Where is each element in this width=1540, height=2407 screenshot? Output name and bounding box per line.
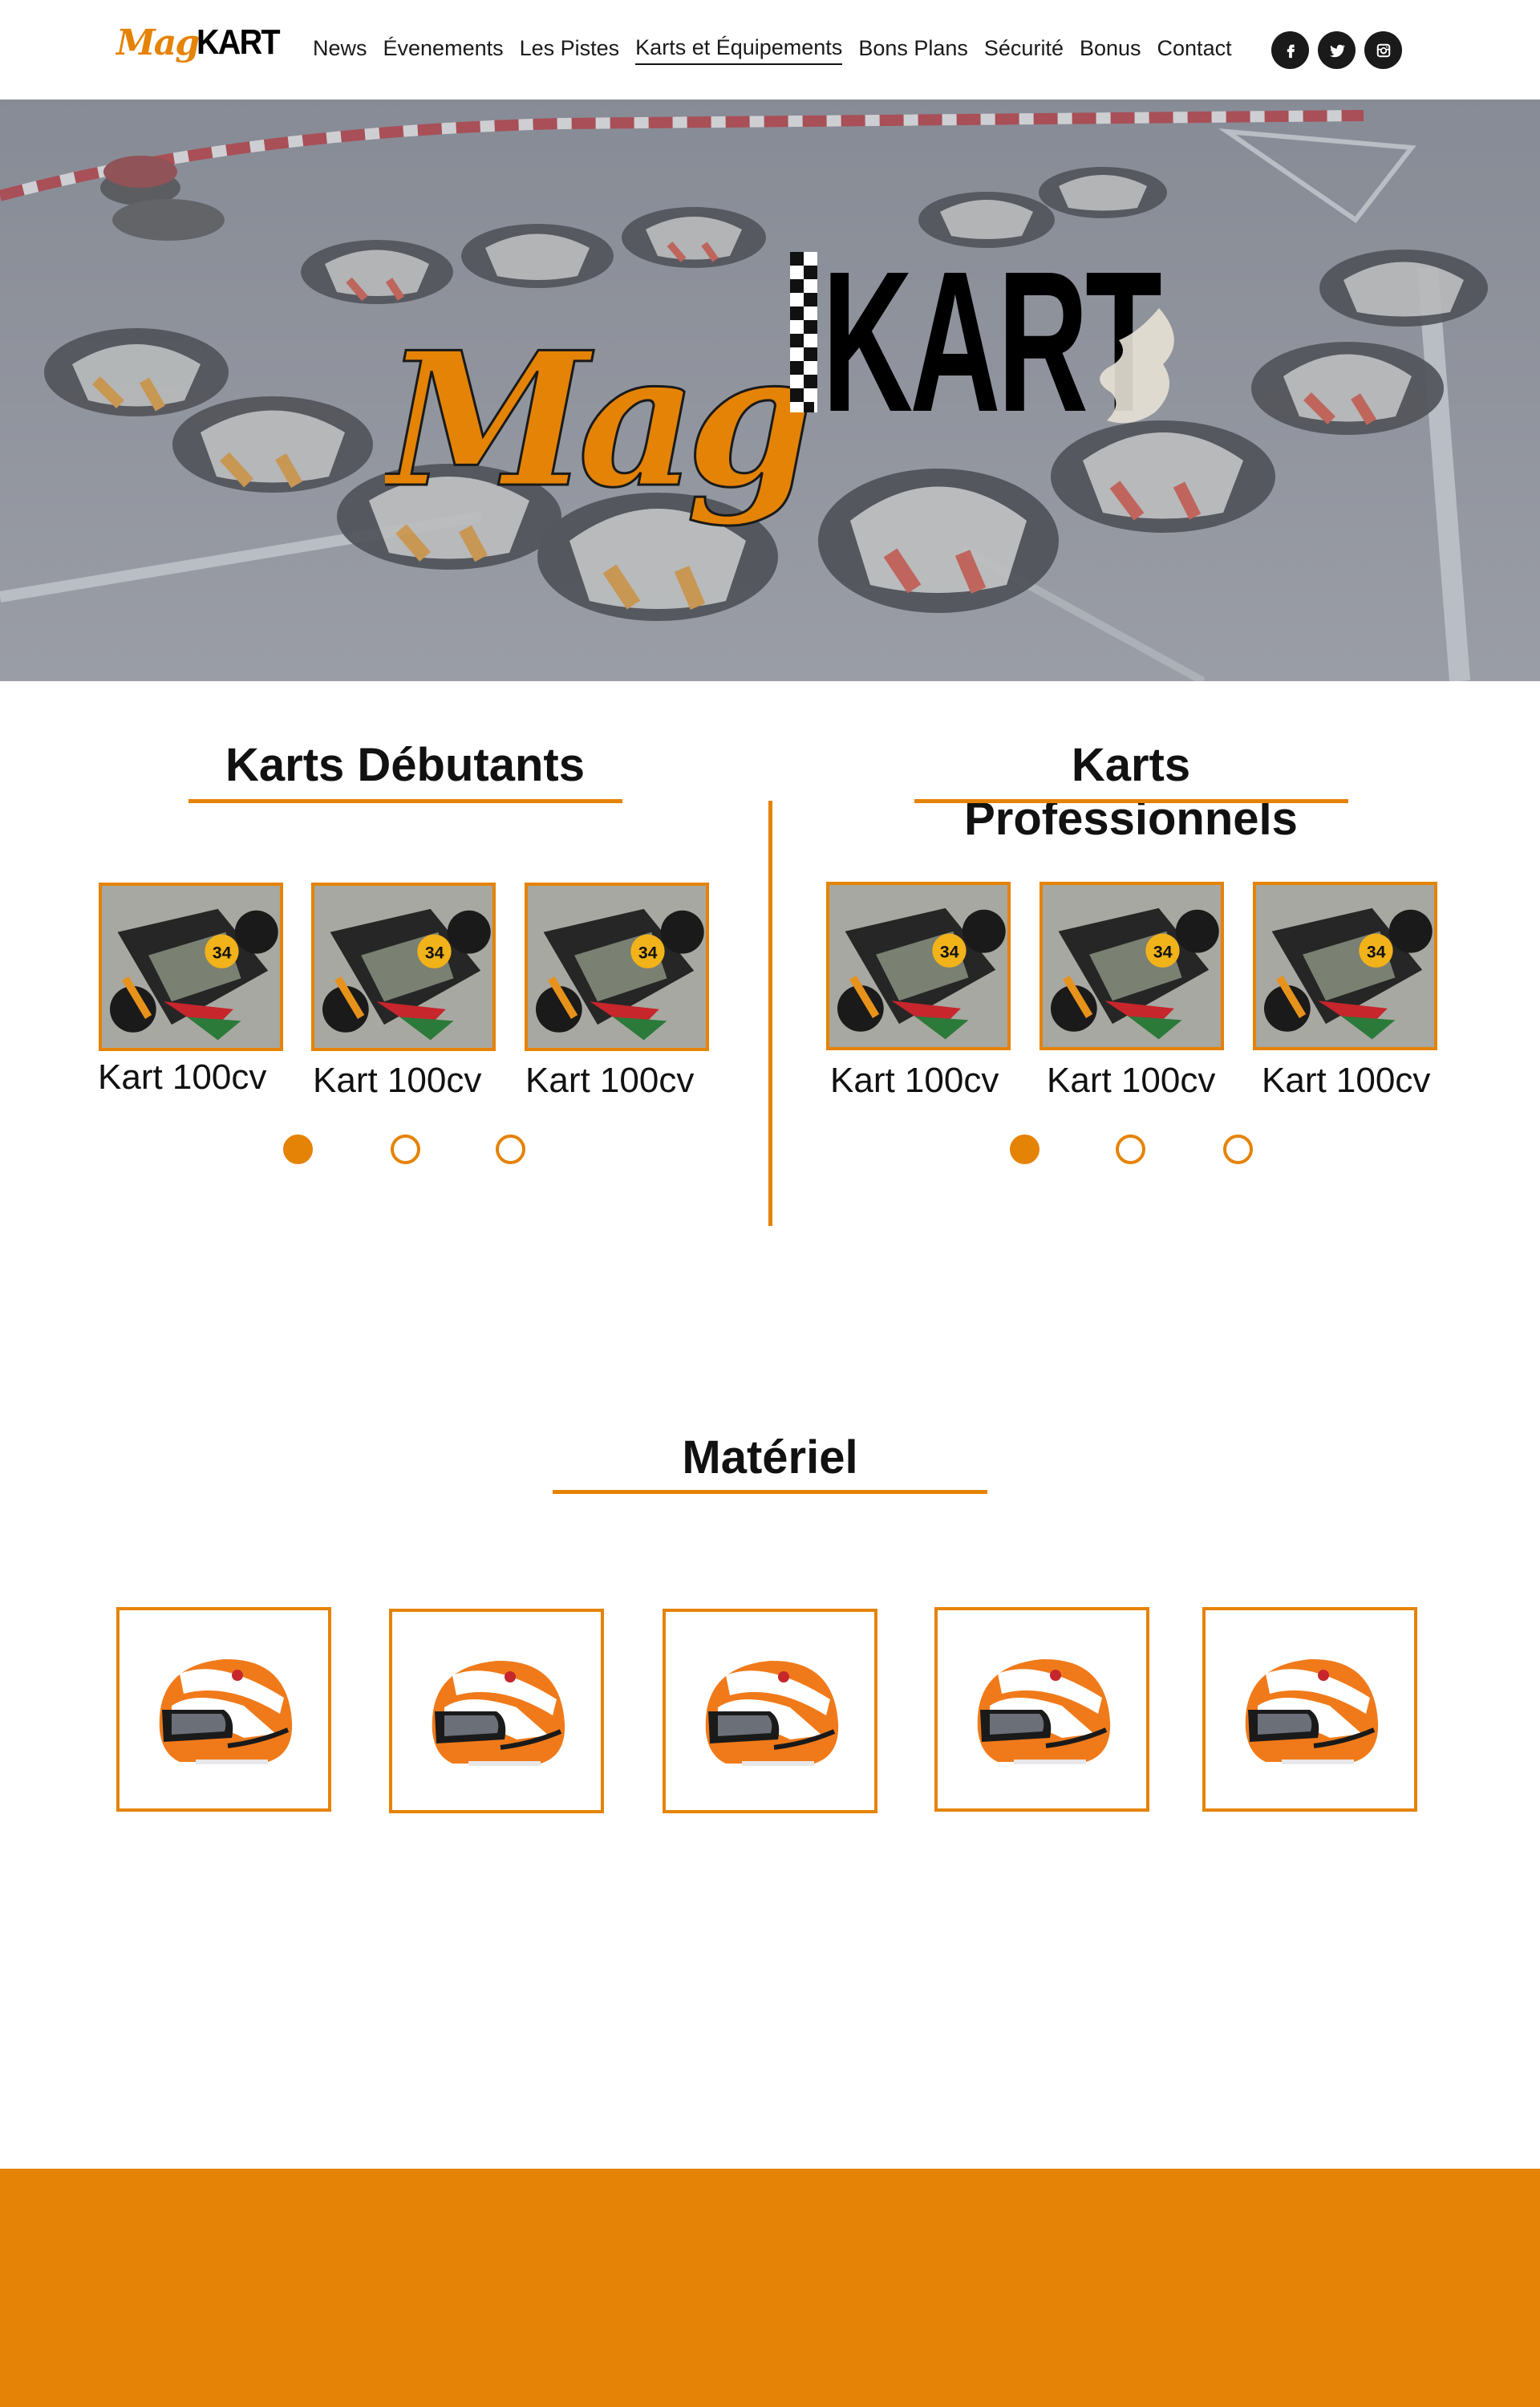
svg-text:Mag: Mag <box>385 312 810 529</box>
nav-item-les-pistes[interactable]: Les Pistes <box>520 36 620 64</box>
kart-card-pro-3[interactable]: 34 <box>1253 882 1437 1050</box>
materiel-title: Matériel <box>682 1431 858 1484</box>
materiel-underline <box>553 1490 987 1494</box>
helmet-icon <box>432 1660 565 1766</box>
carousel-dot-pro-3[interactable] <box>1223 1134 1253 1164</box>
carousel-dot-pro-2[interactable] <box>1116 1134 1145 1164</box>
section-divider <box>768 801 772 1226</box>
karts-debutants-underline <box>188 799 622 803</box>
helmet-icon <box>705 1660 839 1766</box>
kart-card-pro-1[interactable]: 34 <box>826 882 1011 1050</box>
site-footer <box>0 2169 1540 2407</box>
instagram-button[interactable] <box>1364 31 1402 69</box>
svg-text:34: 34 <box>213 944 232 962</box>
carousel-dot-debutant-3[interactable] <box>496 1134 525 1164</box>
nav-item-bonus[interactable]: Bonus <box>1080 36 1141 64</box>
kart-card-debutant-1[interactable]: 34 <box>99 883 283 1051</box>
nav-item-contact[interactable]: Contact <box>1157 36 1232 64</box>
nav-item-securite[interactable]: Sécurité <box>984 36 1064 64</box>
carousel-dot-pro-1[interactable] <box>1010 1134 1040 1164</box>
kart-label-debutant-2: Kart 100cv <box>313 1061 482 1100</box>
kart-card-pro-2[interactable]: 34 <box>1040 882 1224 1050</box>
svg-text:34: 34 <box>1367 943 1386 961</box>
site-header: Mag KART News Évenements Les Pistes Kart… <box>0 0 1540 99</box>
logo-script-text: Mag <box>116 22 200 63</box>
kart-card-debutant-2[interactable]: 34 <box>311 883 496 1051</box>
kart-card-debutant-3[interactable]: 34 <box>525 883 709 1051</box>
hero-banner: Mag KART <box>0 99 1540 681</box>
kart-label-pro-2: Kart 100cv <box>1047 1061 1216 1100</box>
hero-magkart-logo: Mag KART <box>385 229 1174 530</box>
kart-image: 34 <box>1256 885 1434 1047</box>
kart-label-pro-1: Kart 100cv <box>830 1061 999 1100</box>
helmet-icon <box>977 1658 1111 1764</box>
svg-text:34: 34 <box>425 944 444 962</box>
nav-item-evenements[interactable]: Évenements <box>383 36 504 64</box>
instagram-icon <box>1376 43 1390 57</box>
kart-image: 34 <box>528 886 706 1048</box>
svg-text:34: 34 <box>638 944 658 962</box>
helmet-icon <box>1245 1658 1379 1764</box>
gear-card-2[interactable] <box>389 1609 604 1813</box>
kart-image: 34 <box>102 886 280 1048</box>
kart-image: 34 <box>1043 885 1221 1047</box>
helmet-icon <box>159 1658 293 1764</box>
kart-image: 34 <box>829 885 1007 1047</box>
svg-text:34: 34 <box>1153 943 1173 961</box>
carousel-dot-debutant-2[interactable] <box>391 1134 420 1164</box>
karts-debutants-title: Karts Débutants <box>225 739 585 791</box>
nav-item-bons-plans[interactable]: Bons Plans <box>858 36 968 64</box>
kart-label-debutant-1: Kart 100cv <box>98 1057 267 1097</box>
kart-image: 34 <box>314 886 492 1048</box>
nav-item-karts-equipements[interactable]: Karts et Équipements <box>635 35 843 65</box>
gear-card-4[interactable] <box>934 1607 1149 1812</box>
facebook-icon <box>1287 44 1295 58</box>
facebook-button[interactable] <box>1271 31 1309 69</box>
nav-item-news[interactable]: News <box>313 36 367 64</box>
gear-card-3[interactable] <box>663 1609 877 1813</box>
social-links <box>1271 31 1402 69</box>
twitter-button[interactable] <box>1318 31 1356 69</box>
site-logo[interactable]: Mag KART <box>116 22 281 79</box>
logo-block-text: KART <box>197 22 281 62</box>
twitter-icon <box>1329 44 1345 57</box>
carousel-dot-debutant-1[interactable] <box>283 1134 313 1164</box>
gear-card-1[interactable] <box>116 1607 331 1812</box>
kart-label-pro-3: Kart 100cv <box>1262 1061 1431 1100</box>
kart-label-debutant-3: Kart 100cv <box>525 1061 695 1100</box>
karts-professionnels-underline <box>914 799 1348 803</box>
gear-card-5[interactable] <box>1202 1607 1417 1812</box>
main-nav: News Évenements Les Pistes Karts et Équi… <box>313 32 1248 67</box>
karts-professionnels-title: Karts Professionnels <box>964 739 1298 845</box>
svg-text:34: 34 <box>940 943 959 961</box>
